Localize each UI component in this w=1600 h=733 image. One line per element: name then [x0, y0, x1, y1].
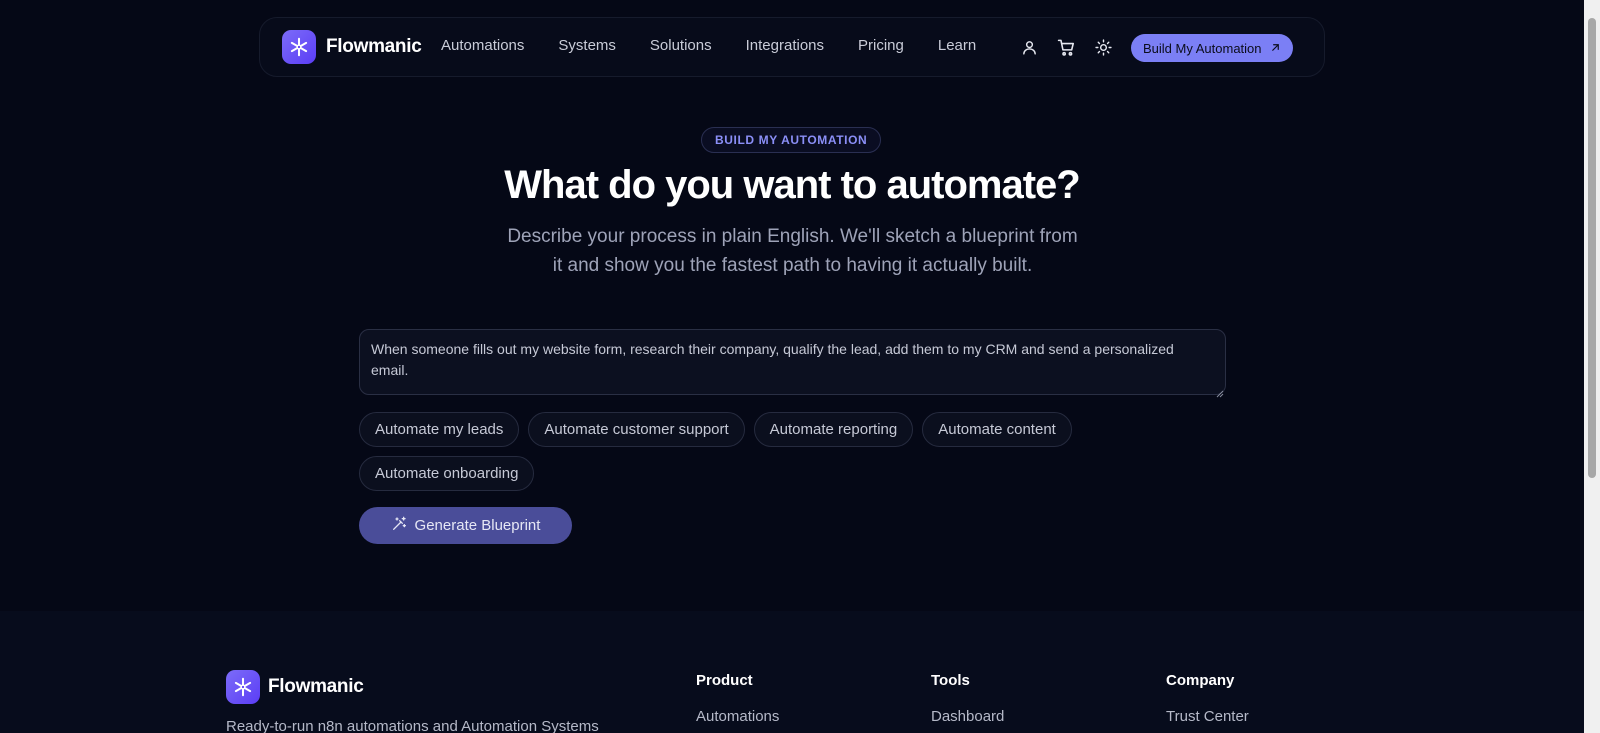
footer-brand-logo[interactable]: Flowmanic — [226, 670, 364, 704]
suggestion-chip-reporting[interactable]: Automate reporting — [753, 412, 914, 447]
footer-column-title: Tools — [931, 672, 970, 689]
sun-icon[interactable] — [1094, 38, 1113, 57]
section-eyebrow-badge: BUILD MY AUTOMATION — [701, 127, 882, 153]
user-icon[interactable] — [1020, 38, 1039, 57]
footer-column-title: Product — [696, 672, 753, 689]
nav-link-solutions[interactable]: Solutions — [650, 37, 712, 54]
footer-column-tools: Tools Dashboard — [931, 672, 1004, 725]
footer-link-automations[interactable]: Automations — [696, 708, 779, 725]
scrollbar-thumb[interactable] — [1588, 18, 1596, 478]
page-scrollbar[interactable] — [1584, 0, 1600, 733]
snowflake-asterisk-icon — [282, 30, 316, 64]
page-subtitle: Describe your process in plain English. … — [507, 226, 1078, 276]
automation-description-input[interactable] — [359, 329, 1226, 395]
cart-icon[interactable] — [1057, 38, 1076, 57]
footer-column-product: Product Automations — [696, 672, 779, 725]
suggestion-chip-content[interactable]: Automate content — [922, 412, 1072, 447]
build-my-automation-button[interactable]: Build My Automation — [1131, 34, 1293, 62]
page-title: What do you want to automate? — [504, 163, 1080, 207]
brand-name: Flowmanic — [326, 36, 422, 57]
suggestion-chip-leads[interactable]: Automate my leads — [359, 412, 520, 447]
footer-link-trust-center[interactable]: Trust Center — [1166, 708, 1249, 725]
nav-link-learn[interactable]: Learn — [938, 37, 976, 54]
suggestion-chip-onboarding[interactable]: Automate onboarding — [359, 456, 535, 491]
footer-link-dashboard[interactable]: Dashboard — [931, 708, 1004, 725]
textarea-resize-handle[interactable] — [1216, 385, 1224, 398]
nav-link-integrations[interactable]: Integrations — [746, 37, 824, 54]
magic-wand-icon — [391, 516, 407, 536]
footer-brand-name: Flowmanic — [268, 676, 364, 697]
arrow-up-right-icon — [1270, 41, 1281, 56]
page: Flowmanic Automations Systems Solutions … — [0, 0, 1584, 733]
nav-link-systems[interactable]: Systems — [558, 37, 616, 54]
cta-label: Build My Automation — [1143, 40, 1262, 56]
snowflake-asterisk-icon — [226, 670, 260, 704]
footer-column-title: Company — [1166, 672, 1235, 689]
top-navigation: Flowmanic Automations Systems Solutions … — [259, 17, 1325, 77]
nav-icon-group — [1020, 38, 1113, 57]
footer-tagline: Ready-to-run n8n automations and Automat… — [226, 718, 599, 733]
site-footer: Flowmanic Ready-to-run n8n automations a… — [0, 611, 1584, 733]
footer-column-company: Company Trust Center — [1166, 672, 1249, 725]
nav-links: Automations Systems Solutions Integratio… — [441, 37, 1010, 54]
brand-logo[interactable]: Flowmanic — [282, 30, 422, 64]
generate-blueprint-label: Generate Blueprint — [414, 517, 541, 534]
nav-link-automations[interactable]: Automations — [441, 37, 524, 54]
suggestion-chips: Automate my leads Automate customer supp… — [359, 412, 1239, 491]
generate-blueprint-button[interactable]: Generate Blueprint — [359, 507, 572, 544]
suggestion-chip-customer-support[interactable]: Automate customer support — [528, 412, 745, 447]
nav-link-pricing[interactable]: Pricing — [858, 37, 904, 54]
